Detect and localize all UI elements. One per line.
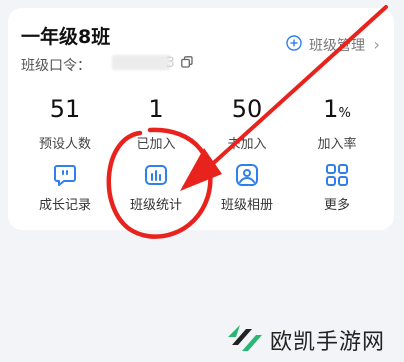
class-manage-button[interactable]: 班级管理 ›: [309, 35, 380, 55]
stat-value: 50: [231, 95, 263, 123]
tool-growth-record[interactable]: 成长记录: [25, 163, 105, 213]
stat-label: 已加入: [136, 137, 176, 152]
class-code-masked: [112, 55, 170, 70]
bar-chart-icon: [145, 165, 167, 185]
chat-bubble-icon: [54, 165, 76, 186]
stat-label: 加入率: [317, 137, 357, 152]
stat-joined[interactable]: 1 已加入: [116, 94, 196, 152]
class-card: 一年级8班 班级口令： 3 班级管理 › 51 预设人数 1 已加入 50 未加…: [8, 8, 394, 230]
stat-value: 51: [49, 95, 81, 123]
stat-preset-count[interactable]: 51 预设人数: [25, 94, 105, 152]
stat-label: 未加入: [227, 137, 267, 152]
stat-label: 预设人数: [38, 137, 91, 152]
photo-album-icon: [236, 164, 258, 186]
tool-more[interactable]: 更多: [297, 163, 377, 213]
copy-icon[interactable]: [181, 56, 193, 68]
tool-label: 班级统计: [129, 198, 182, 213]
watermark-logo-icon: [228, 325, 262, 351]
tool-label: 成长记录: [38, 198, 91, 213]
class-manage-label: 班级管理: [309, 38, 365, 54]
tool-class-statistics[interactable]: 班级统计: [116, 163, 196, 213]
add-circle-icon[interactable]: [286, 35, 302, 51]
tool-label: 更多: [323, 198, 350, 213]
watermark-text: 欧凯手游网: [270, 330, 386, 355]
class-name: 一年级8班: [21, 26, 111, 48]
stat-not-joined[interactable]: 50 未加入: [207, 94, 287, 152]
grid-more-icon: [326, 164, 348, 186]
stat-value: 1: [148, 95, 164, 123]
tool-class-album[interactable]: 班级相册: [207, 163, 287, 213]
class-code-tail: 3: [166, 55, 175, 71]
tool-label: 班级相册: [220, 198, 273, 213]
stat-join-rate[interactable]: 1% 加入率: [297, 94, 377, 152]
stat-unit: %: [338, 106, 351, 121]
class-code-label: 班级口令：: [21, 58, 91, 74]
chevron-right-icon: ›: [373, 35, 380, 54]
stat-value: 1: [323, 95, 339, 123]
